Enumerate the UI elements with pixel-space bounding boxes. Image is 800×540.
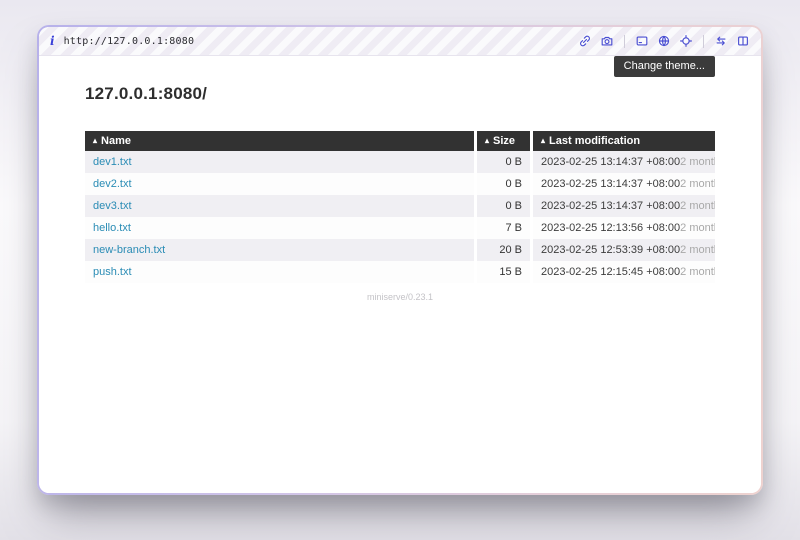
url-text[interactable]: http://127.0.0.1:8080: [64, 36, 195, 47]
file-link[interactable]: hello.txt: [93, 222, 131, 234]
file-modified-cell: 2023-02-25 13:14:37 +08:00 2 months ago: [530, 195, 715, 217]
swap-arrows-icon[interactable]: [714, 34, 728, 48]
server-version-footer: miniserve/0.23.1: [85, 292, 715, 302]
column-header-last-modification[interactable]: ▴ Last modification: [530, 131, 715, 151]
file-modified-cell: 2023-02-25 12:53:39 +08:00 2 months ago: [530, 239, 715, 261]
modified-relative: 2 months ago: [680, 266, 715, 278]
file-size-cell: 20 B: [474, 239, 530, 261]
file-modified-cell: 2023-02-25 12:13:56 +08:00 2 months ago: [530, 217, 715, 239]
file-name-cell: dev3.txt: [85, 195, 474, 217]
link-icon[interactable]: [578, 34, 592, 48]
file-name-cell: hello.txt: [85, 217, 474, 239]
modified-date: 2023-02-25 12:53:39 +08:00: [541, 244, 680, 256]
column-header-label: Size: [493, 135, 515, 147]
file-size-cell: 15 B: [474, 261, 530, 283]
file-name-cell: dev1.txt: [85, 151, 474, 173]
column-header-size[interactable]: ▴ Size: [474, 131, 530, 151]
sort-asc-icon: ▴: [541, 136, 545, 145]
split-view-icon[interactable]: [736, 34, 750, 48]
file-link[interactable]: push.txt: [93, 266, 132, 278]
table-row: dev1.txt 0 B 2023-02-25 13:14:37 +08:00 …: [85, 151, 715, 173]
table-row: dev2.txt 0 B 2023-02-25 13:14:37 +08:00 …: [85, 173, 715, 195]
toolbar-separator: [703, 35, 704, 48]
modified-date: 2023-02-25 13:14:37 +08:00: [541, 200, 680, 212]
file-modified-cell: 2023-02-25 13:14:37 +08:00 2 months ago: [530, 151, 715, 173]
file-listing-table: ▴ Name ▴ Size ▴ Last modification dev1.txt …: [85, 131, 715, 283]
globe-icon[interactable]: [657, 34, 671, 48]
sort-asc-icon: ▴: [485, 136, 489, 145]
page-title: 127.0.0.1:8080/: [85, 84, 715, 104]
file-name-cell: push.txt: [85, 261, 474, 283]
column-header-label: Last modification: [549, 135, 640, 147]
file-size-cell: 7 B: [474, 217, 530, 239]
modified-date: 2023-02-25 12:13:56 +08:00: [541, 222, 680, 234]
file-modified-cell: 2023-02-25 13:14:37 +08:00 2 months ago: [530, 173, 715, 195]
sort-asc-icon: ▴: [93, 136, 97, 145]
table-row: hello.txt 7 B 2023-02-25 12:13:56 +08:00…: [85, 217, 715, 239]
change-theme-button[interactable]: Change theme...: [614, 56, 715, 77]
file-name-cell: dev2.txt: [85, 173, 474, 195]
toolbar-separator: [624, 35, 625, 48]
modified-relative: 2 months ago: [680, 244, 715, 256]
file-link[interactable]: dev3.txt: [93, 200, 132, 212]
modified-date: 2023-02-25 12:15:45 +08:00: [541, 266, 680, 278]
file-size-cell: 0 B: [474, 173, 530, 195]
column-header-label: Name: [101, 135, 131, 147]
file-size-cell: 0 B: [474, 195, 530, 217]
table-header-row: ▴ Name ▴ Size ▴ Last modification: [85, 131, 715, 151]
modified-relative: 2 months ago: [680, 222, 715, 234]
column-header-name[interactable]: ▴ Name: [85, 131, 474, 151]
browser-toolbar: [578, 34, 750, 48]
modified-relative: 2 months ago: [680, 156, 715, 168]
modified-date: 2023-02-25 13:14:37 +08:00: [541, 178, 680, 190]
table-row: dev3.txt 0 B 2023-02-25 13:14:37 +08:00 …: [85, 195, 715, 217]
browser-window-body: i http://127.0.0.1:8080: [39, 27, 761, 493]
camera-icon[interactable]: [600, 34, 614, 48]
file-link[interactable]: new-branch.txt: [93, 244, 165, 256]
browser-header: i http://127.0.0.1:8080: [39, 27, 761, 56]
url-bar[interactable]: i http://127.0.0.1:8080: [50, 35, 194, 47]
modified-relative: 2 months ago: [680, 178, 715, 190]
browser-window: i http://127.0.0.1:8080: [37, 25, 763, 495]
terminal-icon[interactable]: [635, 34, 649, 48]
modified-relative: 2 months ago: [680, 200, 715, 212]
table-row: push.txt 15 B 2023-02-25 12:15:45 +08:00…: [85, 261, 715, 283]
modified-date: 2023-02-25 13:14:37 +08:00: [541, 156, 680, 168]
file-modified-cell: 2023-02-25 12:15:45 +08:00 2 months ago: [530, 261, 715, 283]
table-row: new-branch.txt 20 B 2023-02-25 12:53:39 …: [85, 239, 715, 261]
file-link[interactable]: dev1.txt: [93, 156, 132, 168]
file-listing-body: dev1.txt 0 B 2023-02-25 13:14:37 +08:00 …: [85, 151, 715, 283]
crosshair-icon[interactable]: [679, 34, 693, 48]
page-content: Change theme... 127.0.0.1:8080/ ▴ Name ▴ S…: [39, 56, 761, 493]
file-link[interactable]: dev2.txt: [93, 178, 132, 190]
file-size-cell: 0 B: [474, 151, 530, 173]
info-icon[interactable]: i: [50, 35, 55, 47]
screenshot-stage: i http://127.0.0.1:8080: [0, 0, 800, 540]
file-name-cell: new-branch.txt: [85, 239, 474, 261]
